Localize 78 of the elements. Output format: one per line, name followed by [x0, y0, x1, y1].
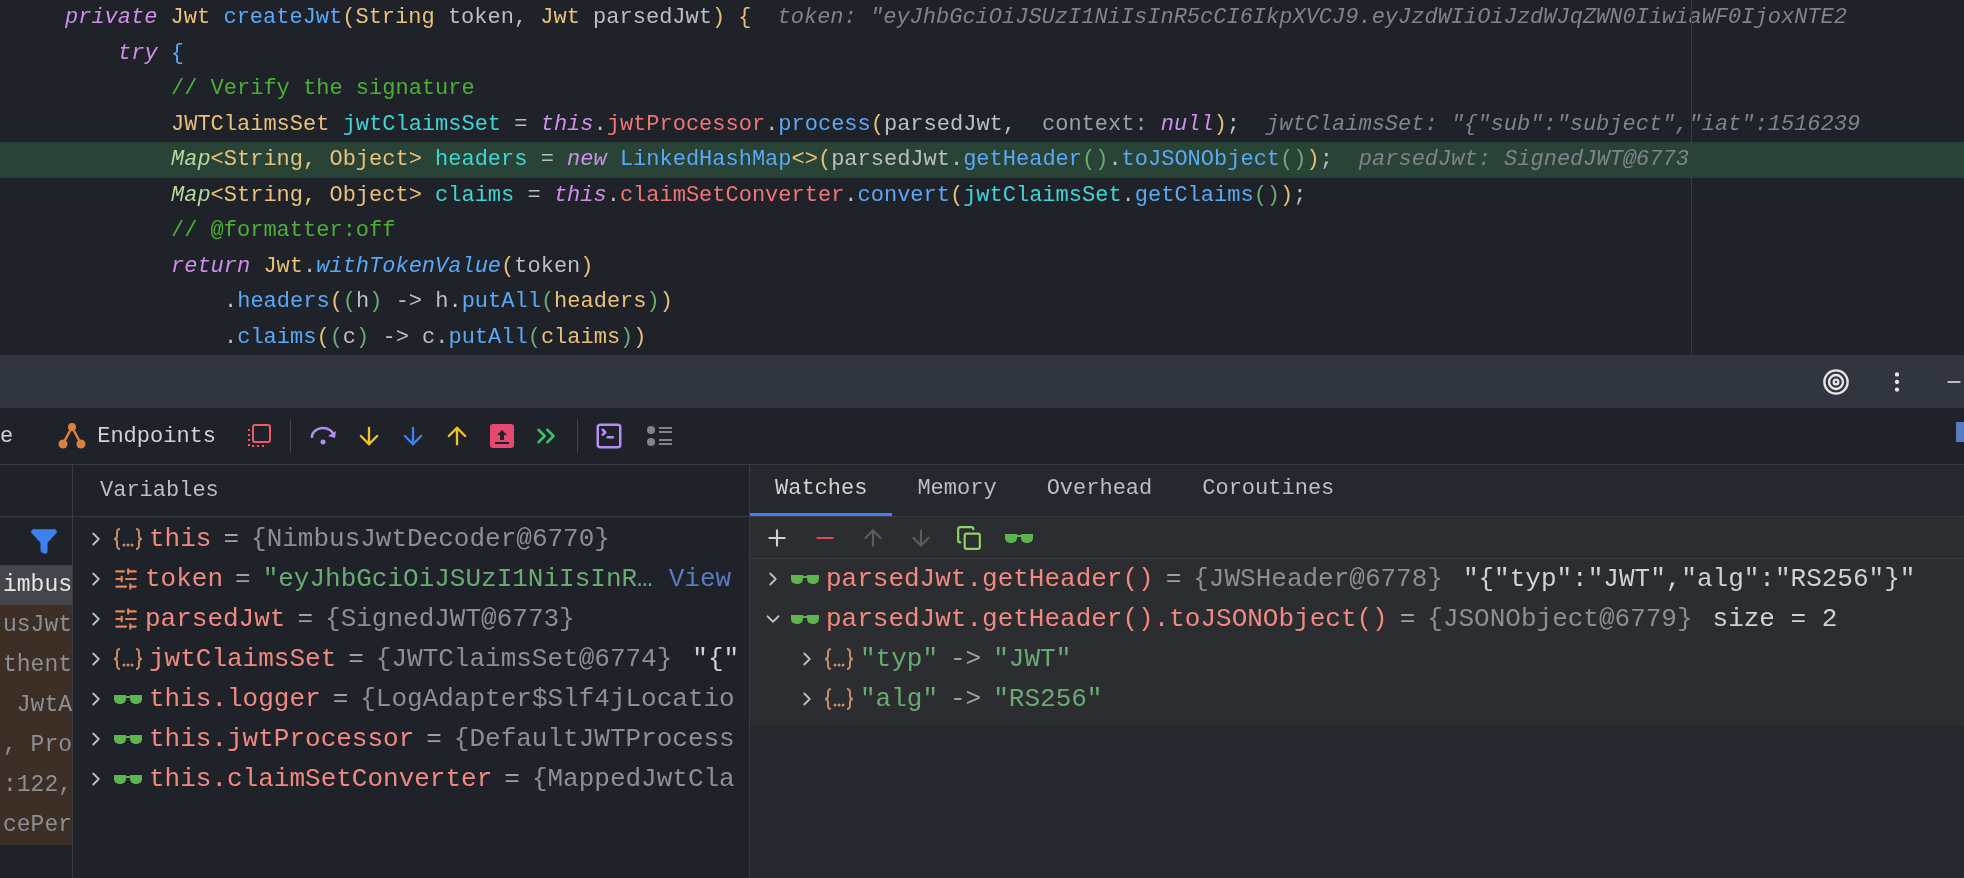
code-line: // @formatter:off — [170, 217, 397, 246]
variable-name: jwtClaimsSet — [149, 642, 337, 676]
braces-icon — [113, 527, 143, 551]
value-preview: "{"typ":"JWT","alg":"RS256"}" — [1462, 562, 1916, 596]
panel-title: Variables — [100, 477, 219, 505]
braces-icon — [824, 647, 854, 671]
operator: = — [1165, 562, 1182, 596]
variable-name: parsedJwt — [145, 602, 286, 636]
panel-tab[interactable]: Overhead — [1021, 464, 1178, 516]
operator: = — [332, 682, 349, 716]
square-arrow-up-icon[interactable] — [489, 423, 516, 449]
variable-name: this.claimSetConverter — [149, 762, 493, 796]
stack-frame[interactable]: thent — [0, 645, 72, 685]
operator: = — [235, 562, 251, 596]
nodes-icon — [57, 421, 88, 451]
stack-frame[interactable]: cePer — [0, 805, 72, 845]
variable-name: token — [145, 562, 223, 596]
sliders-icon — [113, 566, 139, 592]
variable-name: this — [149, 522, 212, 556]
glasses-icon — [790, 612, 820, 626]
sliders-icon — [113, 606, 139, 632]
view-link[interactable]: View — [668, 559, 732, 599]
braces-icon — [824, 687, 854, 711]
panel-tab[interactable]: Coroutines — [1177, 464, 1360, 516]
code-line: return Jwt.withTokenValue(token) — [170, 252, 595, 281]
operator: = — [297, 602, 314, 636]
variable-value: {JWSHeader@6778} — [1193, 562, 1443, 596]
code-line: private Jwt createJwt(String token, Jwt parsedJwt) { token: "eyJhbGciOiJSUzI1NiIsInR5cCI6IkpXVCJ9.eyJzdWIiOiJzdWJqZWN0IiwiaWF0IjoxNTE2 — [64, 4, 1848, 33]
variable-name: this.logger — [149, 682, 321, 716]
variable-value: {JWTClaimsSet@6774} — [375, 642, 673, 676]
operator: -> — [950, 642, 982, 676]
code-line: .headers((h) -> h.putAll(headers)) — [223, 288, 674, 317]
glasses-icon — [113, 772, 143, 786]
variable-name: parsedJwt.getHeader().toJSONObject() — [826, 602, 1388, 636]
variable-name: "typ" — [860, 642, 938, 676]
string-value: "eyJhbGciOiJSUzI1NiIsInR… — [262, 562, 653, 596]
dashed-square-icon[interactable] — [246, 423, 273, 449]
variable-value: {MappedJwtCla — [531, 762, 735, 796]
glasses-icon — [790, 572, 820, 586]
tool-tab[interactable]: e — [0, 419, 14, 453]
variable-value: {NimbusJwtDecoder@6770} — [251, 522, 610, 556]
value-preview: "{" — [692, 642, 740, 676]
variable-value: {SignedJWT@6773} — [325, 602, 575, 636]
code-line: Map<String, Object> claims = this.claimSetConverter.convert(jwtClaimsSet.getClaims()); — [170, 181, 1308, 210]
operator: = — [426, 722, 442, 756]
panel-tab[interactable]: Memory — [892, 464, 1022, 516]
copy-icon[interactable] — [956, 524, 982, 551]
code-line: JWTClaimsSet jwtClaimsSet = this.jwtProcessor.process(parsedJwt, context: null); jwtClaimsSet: "{"sub":"subject","iat":1516239 — [170, 110, 1862, 139]
braces-icon — [113, 647, 143, 671]
tool-tab[interactable]: Endpoints — [97, 419, 217, 453]
stack-frame[interactable]: :122, — [0, 765, 72, 805]
operator: -> — [950, 682, 982, 716]
glasses-icon — [113, 692, 143, 706]
stack-frame[interactable]: JwtA — [0, 685, 72, 725]
variable-name: parsedJwt.getHeader() — [826, 562, 1154, 596]
glasses-icon — [113, 732, 143, 746]
variable-name: "alg" — [860, 682, 938, 716]
code-line: .claims((c) -> c.putAll(claims)) — [223, 323, 648, 352]
operator: = — [223, 522, 240, 556]
operator: = — [504, 762, 520, 796]
operator: = — [348, 642, 364, 676]
variable-value: {LogAdapter$Slf4jLocatio — [360, 682, 735, 716]
value-preview: size = 2 — [1712, 602, 1838, 636]
filter-icon[interactable] — [30, 527, 58, 555]
stack-frame[interactable]: , Pro — [0, 725, 72, 765]
code-line: // Verify the signature — [170, 75, 476, 104]
variable-value: {DefaultJWTProcess — [453, 722, 735, 756]
stack-frame[interactable]: usJwt — [0, 605, 72, 645]
operator: = — [1399, 602, 1416, 636]
stack-frame[interactable]: imbus — [0, 565, 72, 605]
target-icon[interactable] — [1822, 367, 1850, 396]
terminal-icon[interactable] — [594, 421, 625, 451]
variable-value: {JSONObject@6779} — [1427, 602, 1693, 636]
list-icon[interactable] — [646, 423, 675, 449]
string-value: "JWT" — [993, 642, 1072, 676]
code-line: try { — [117, 39, 185, 68]
string-value: "RS256" — [993, 682, 1103, 716]
variable-name: this.jwtProcessor — [149, 722, 415, 756]
